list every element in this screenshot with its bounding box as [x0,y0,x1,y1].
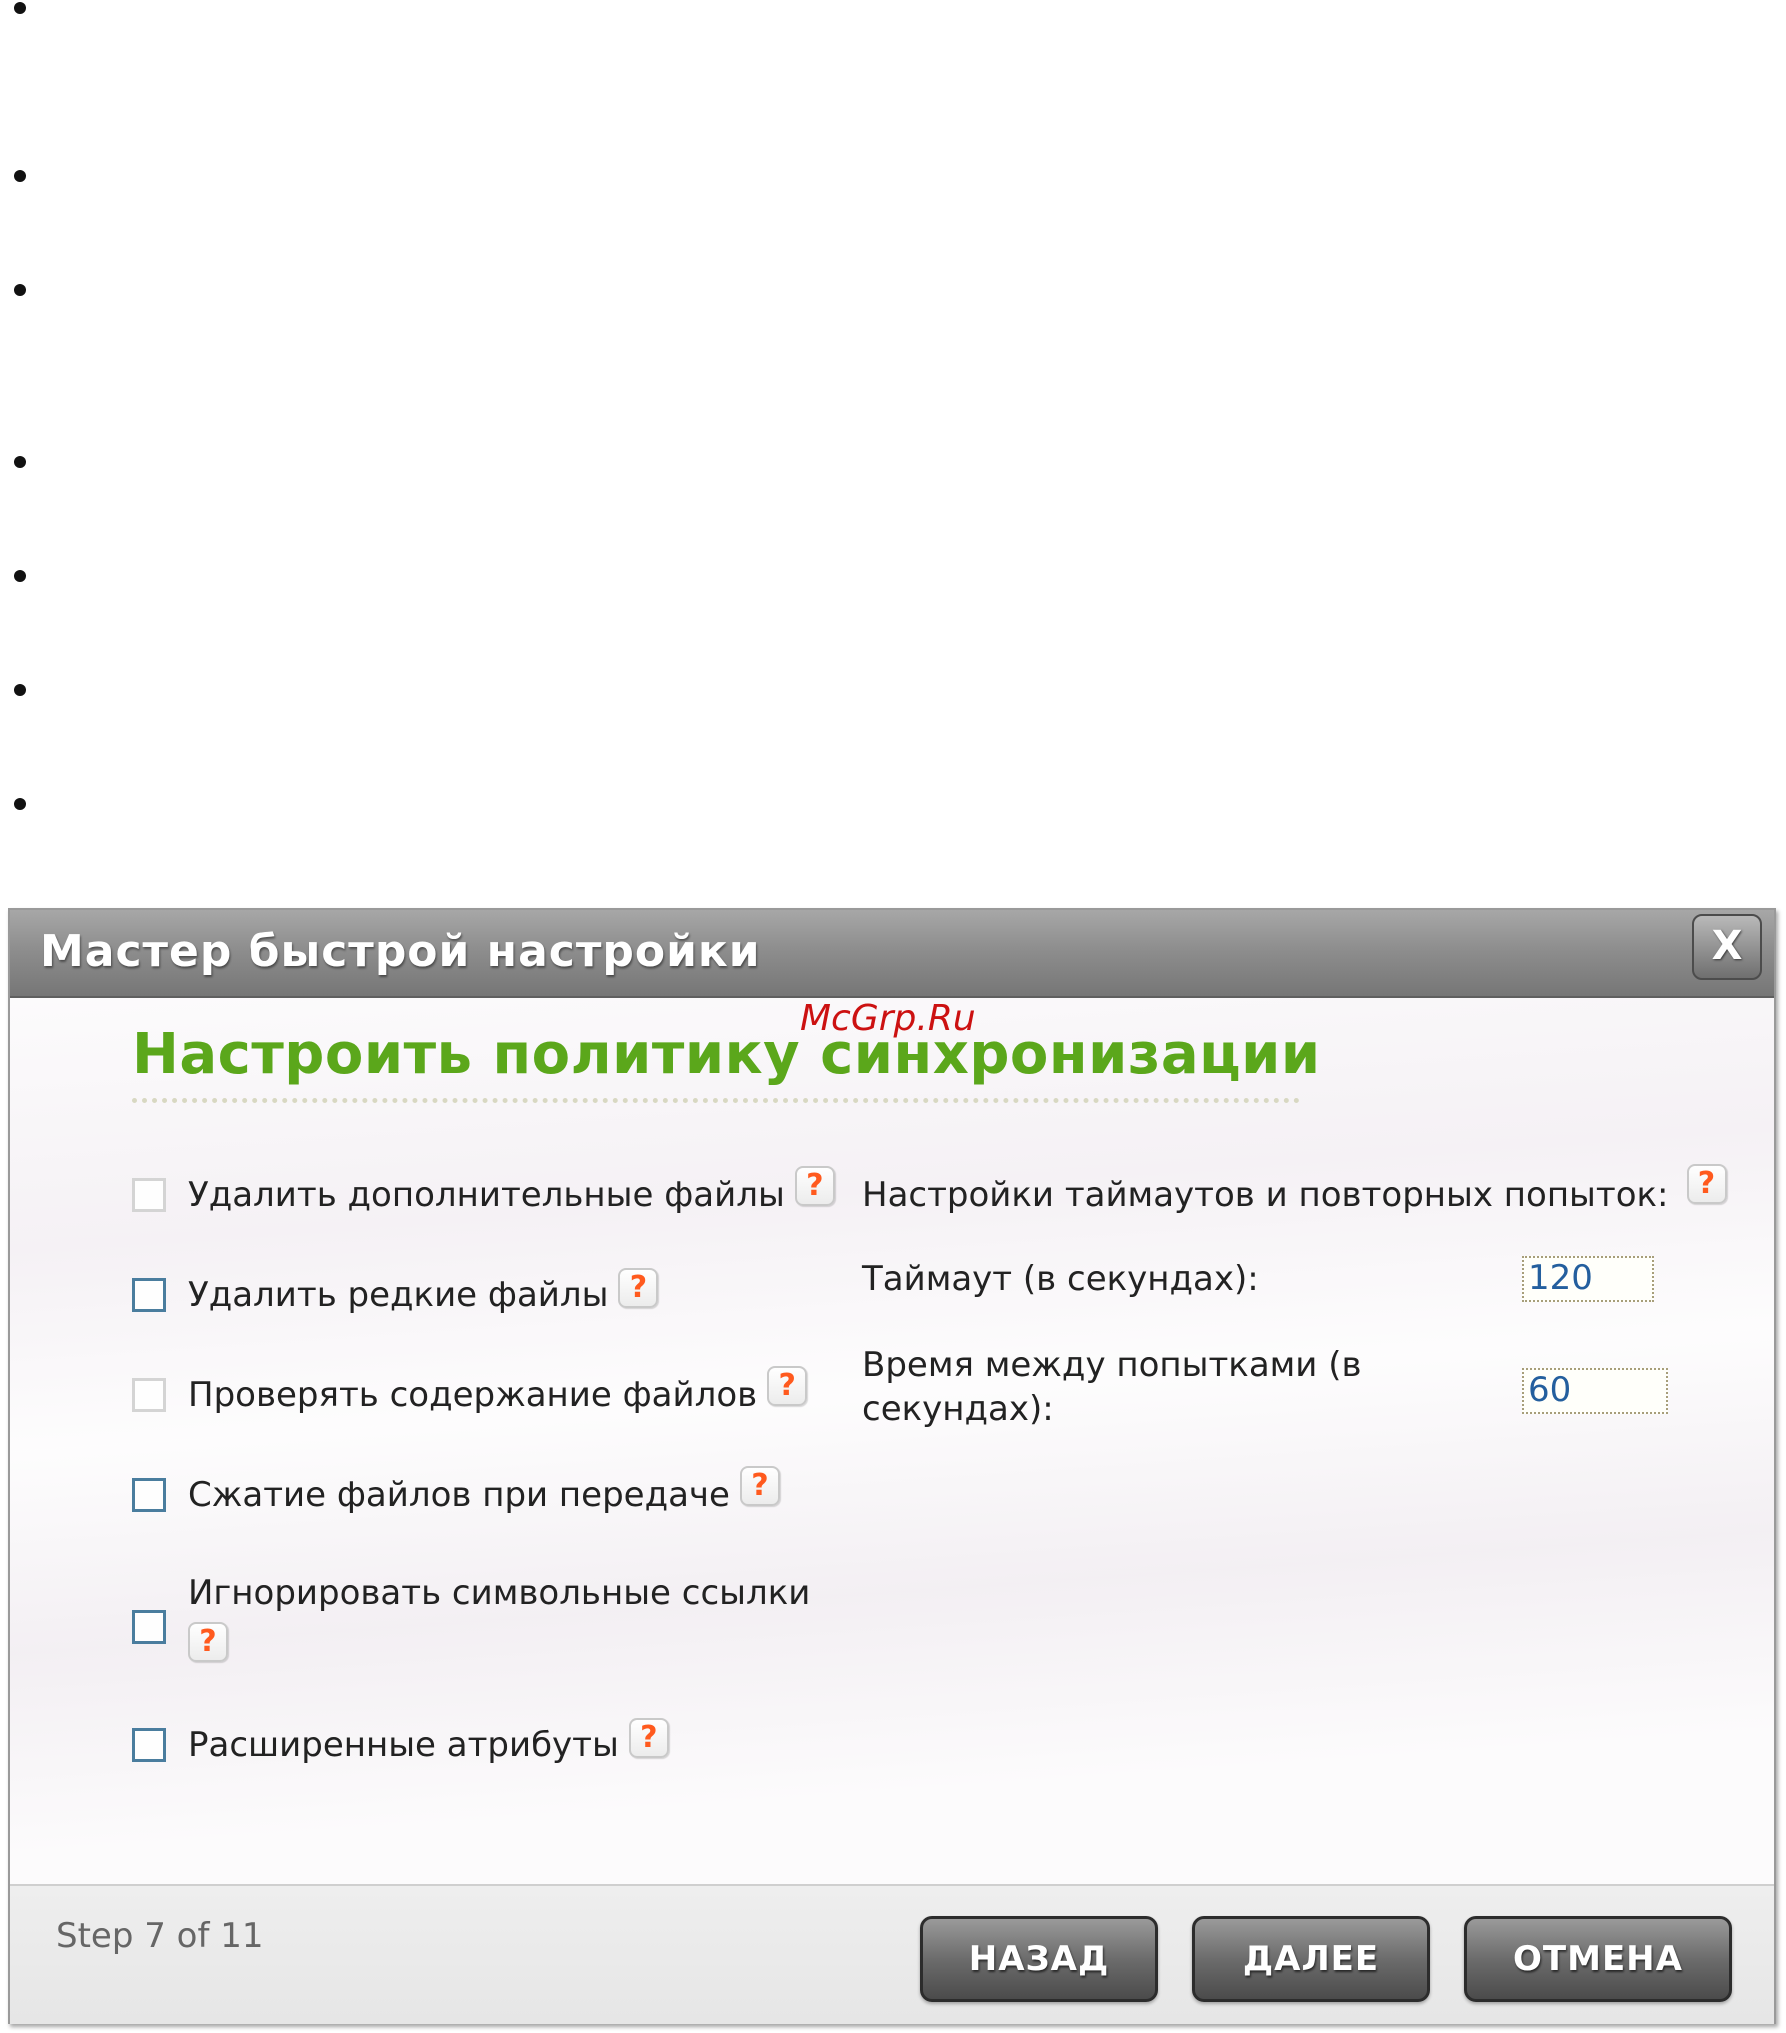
delete-sparse-files-checkbox[interactable] [132,1278,166,1312]
list-bullet [14,684,26,696]
check-file-contents-label: Проверять содержание файлов [188,1375,758,1415]
list-bullet [14,284,26,296]
dialog-content: McGrp.Ru Настроить политику синхронизаци… [10,998,1774,1884]
next-button[interactable]: ДАЛЕЕ [1192,1916,1430,2002]
page: Мастер быстрой настройки X McGrp.Ru Наст… [0,0,1786,2033]
back-button[interactable]: НАЗАД [920,1916,1158,2002]
list-bullet [14,2,26,14]
compress-files-label: Сжатие файлов при передаче [188,1475,730,1515]
option-label-row: Удалить редкие файлы? [188,1268,659,1316]
step-indicator: Step 7 of 11 [56,1916,264,1956]
delete-extra-files-label: Удалить дополнительные файлы [188,1175,785,1215]
list-bullet [14,798,26,810]
option-label-row: Проверять содержание файлов? [188,1366,808,1416]
timeouts-section-label: Настройки таймаутов и повторных попыток: [862,1175,1669,1215]
option-label-row: Расширенные атрибуты? [188,1718,669,1766]
close-button[interactable]: X [1692,914,1762,980]
help-icon[interactable]: ? [739,1466,780,1506]
check-file-contents-checkbox[interactable] [132,1378,166,1412]
dialog-titlebar: Мастер быстрой настройки X [10,910,1774,998]
timeout-input[interactable]: 120 [1522,1256,1654,1302]
list-bullet [14,170,26,182]
option-label-row: Удалить дополнительные файлы? [188,1166,835,1216]
help-icon[interactable]: ? [628,1718,669,1758]
extended-attributes-label: Расширенные атрибуты [188,1725,619,1765]
delete-extra-files-checkbox[interactable] [132,1178,166,1212]
retry-interval-label-line2: секундах): [862,1389,1054,1429]
help-icon[interactable]: ? [767,1366,808,1406]
dialog-title: Мастер быстрой настройки [40,926,761,977]
delete-sparse-files-label: Удалить редкие файлы [188,1275,609,1315]
cancel-button[interactable]: ОТМЕНА [1464,1916,1732,2002]
timeouts-section-row: Настройки таймаутов и повторных попыток:… [862,1164,1727,1216]
ignore-symlinks-checkbox[interactable] [132,1610,166,1644]
dialog-footer: Step 7 of 11 НАЗАД ДАЛЕЕ ОТМЕНА [10,1884,1774,2024]
retry-interval-label-line1: Время между попытками (в [862,1345,1362,1385]
quick-setup-dialog: Мастер быстрой настройки X McGrp.Ru Наст… [8,908,1776,2024]
retry-interval-input[interactable]: 60 [1522,1368,1668,1414]
option-label-row: Сжатие файлов при передаче? [188,1466,780,1516]
help-icon[interactable]: ? [188,1622,228,1662]
ignore-symlinks-label: Игнорировать символьные ссылки [188,1573,811,1613]
extended-attributes-checkbox[interactable] [132,1728,166,1762]
list-bullet [14,570,26,582]
help-icon[interactable]: ? [794,1166,835,1206]
list-bullet [14,456,26,468]
timeout-label: Таймаут (в секундах): [862,1259,1259,1299]
page-title: Настроить политику синхронизации [132,1022,1321,1087]
help-icon[interactable]: ? [1686,1164,1727,1204]
help-icon[interactable]: ? [618,1268,659,1308]
dotted-divider [132,1098,1300,1103]
compress-files-checkbox[interactable] [132,1478,166,1512]
